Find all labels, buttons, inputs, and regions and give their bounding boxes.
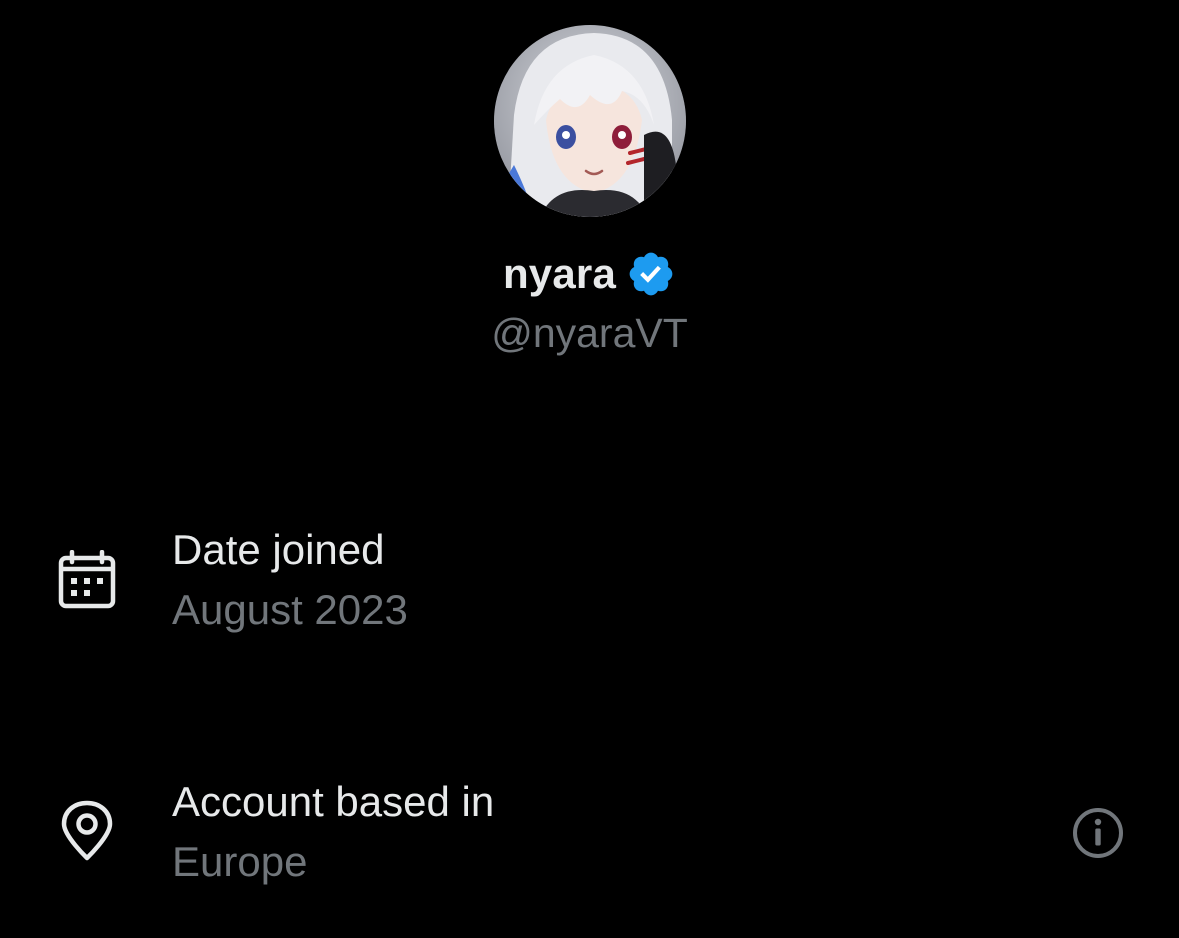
display-name: nyara [502,250,617,297]
profile-handle: @nyaraVT [491,310,688,356]
date-joined-row: Date joined August 2023 [0,520,1179,650]
avatar[interactable] [494,25,686,217]
account-based-value: Europe [172,838,308,885]
name-row: nyara [0,246,1179,302]
avatar-image [494,25,686,217]
location-pin-icon [56,800,118,862]
profile-header: nyara @nyaraVT [0,0,1179,380]
account-based-label: Account based in [172,778,495,825]
date-joined-value: August 2023 [172,586,408,633]
info-icon[interactable] [1068,803,1128,863]
account-based-row: Account based in Europe [0,772,1179,902]
calendar-icon [56,549,118,612]
date-joined-label: Date joined [172,526,385,573]
verified-badge-icon[interactable] [626,249,676,299]
